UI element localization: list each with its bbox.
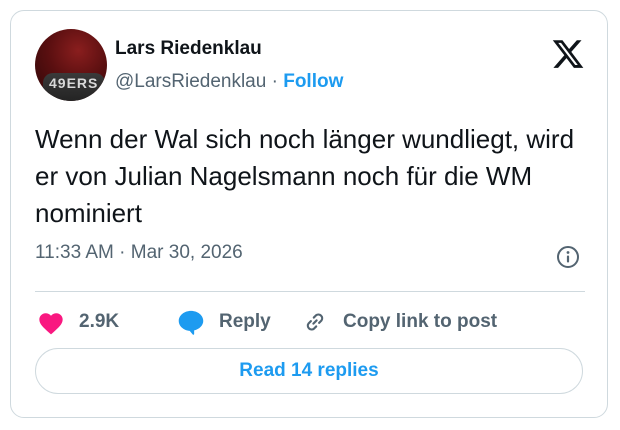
avatar[interactable]: 49ERS xyxy=(35,29,107,101)
handle-separator: · xyxy=(271,71,278,92)
timestamp[interactable]: 11:33 AM · Mar 30, 2026 xyxy=(35,242,243,264)
tweet-text: Wenn der Wal sich noch länger wundliegt,… xyxy=(35,124,575,228)
heart-icon xyxy=(39,313,63,335)
like-count: 2.9K xyxy=(79,311,120,332)
handle-line: @LarsRiedenklau · Follow xyxy=(115,71,343,93)
read-replies-button[interactable]: Read 14 replies xyxy=(35,348,583,394)
avatar-jersey-text: 49ERS xyxy=(49,75,99,91)
display-name[interactable]: Lars Riedenklau xyxy=(115,38,262,60)
like-button[interactable]: 2.9K xyxy=(37,307,119,337)
info-icon[interactable] xyxy=(556,245,580,269)
link-icon xyxy=(306,313,324,331)
reply-bubble-icon xyxy=(178,310,204,335)
follow-button[interactable]: Follow xyxy=(283,71,343,92)
copy-link-label: Copy link to post xyxy=(343,311,498,332)
divider xyxy=(35,291,585,292)
reply-label: Reply xyxy=(219,311,271,332)
x-logo-icon[interactable] xyxy=(551,37,585,71)
reply-button[interactable]: Reply xyxy=(177,307,271,337)
copy-link-button[interactable]: Copy link to post xyxy=(301,307,497,337)
tweet-card: 49ERS Lars Riedenklau @LarsRiedenklau · … xyxy=(10,10,608,418)
user-handle[interactable]: @LarsRiedenklau xyxy=(115,71,266,92)
